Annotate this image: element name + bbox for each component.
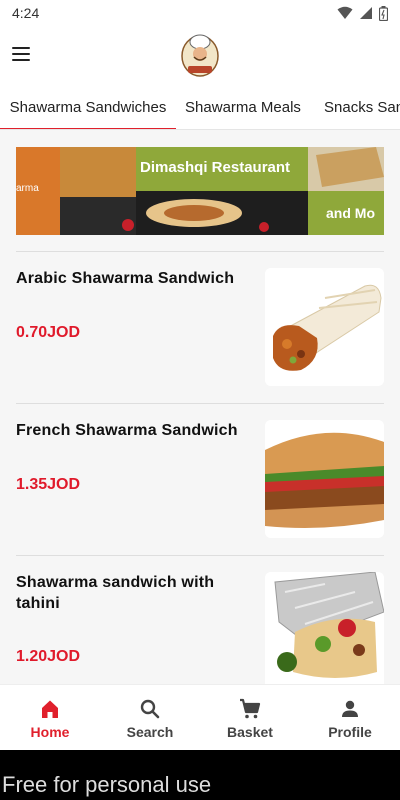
search-icon [140, 699, 160, 719]
person-icon [342, 700, 358, 717]
nav-label: Profile [328, 724, 372, 740]
nav-label: Search [126, 724, 174, 740]
nav-profile[interactable]: Profile [300, 685, 400, 750]
category-tabs: Shawarma Sandwiches Shawarma Meals Snack… [0, 84, 400, 130]
app-screen: 4:24 Shawarma Sandwiches Shawarma Meals … [0, 0, 400, 750]
nav-label: Basket [227, 724, 273, 740]
status-time: 4:24 [12, 5, 40, 21]
tab-shawarma-sandwiches[interactable]: Shawarma Sandwiches [0, 84, 176, 129]
nav-label: Home [30, 724, 70, 740]
product-card[interactable]: Arabic Shawarma Sandwich 0.70JOD [0, 268, 400, 418]
tab-shawarma-meals[interactable]: Shawarma Meals [176, 84, 310, 129]
wrap-in-foil-photo[interactable] [265, 572, 384, 690]
banner-left-text: arma [16, 183, 39, 194]
signal-icon [360, 7, 372, 19]
cart-icon [240, 698, 261, 719]
home-icon [42, 700, 58, 718]
banner-title: Dimashqi Restaurant [140, 159, 291, 176]
watermark-text: Free for personal use [2, 772, 212, 797]
tab-snacks-sandwiches[interactable]: Snacks San [310, 84, 400, 129]
status-icons [337, 5, 388, 21]
product-price: 0.70JOD [16, 324, 81, 341]
bottom-navigation: Home Search Basket Profile [0, 684, 400, 750]
battery-icon [379, 5, 388, 21]
watermark-bar: Free for personal use [0, 750, 400, 800]
product-price: 1.35JOD [16, 476, 81, 493]
divider [16, 555, 384, 556]
app-bar [0, 26, 400, 84]
baguette-sandwich-photo[interactable] [265, 420, 384, 538]
status-bar: 4:24 [0, 0, 400, 26]
nav-search[interactable]: Search [100, 685, 200, 750]
product-card[interactable]: French Shawarma Sandwich 1.35JOD [0, 420, 400, 570]
product-name: Shawarma sandwich with tahini [16, 574, 215, 612]
product-price: 1.20JOD [16, 648, 81, 665]
active-tab-indicator [0, 128, 176, 129]
nav-home[interactable]: Home [0, 685, 100, 750]
menu-icon[interactable] [12, 42, 36, 66]
promo-banner[interactable]: arma Dimashqi Restaurant and Mo [16, 147, 384, 235]
nav-basket[interactable]: Basket [200, 685, 300, 750]
banner-tag: and Mo [326, 205, 375, 221]
divider [16, 403, 384, 404]
product-name: French Shawarma Sandwich [16, 422, 238, 439]
chef-logo[interactable] [180, 30, 220, 78]
product-name: Arabic Shawarma Sandwich [16, 270, 235, 287]
divider [16, 251, 384, 252]
shawarma-wrap-photo[interactable] [265, 268, 384, 386]
wifi-icon [337, 6, 353, 19]
